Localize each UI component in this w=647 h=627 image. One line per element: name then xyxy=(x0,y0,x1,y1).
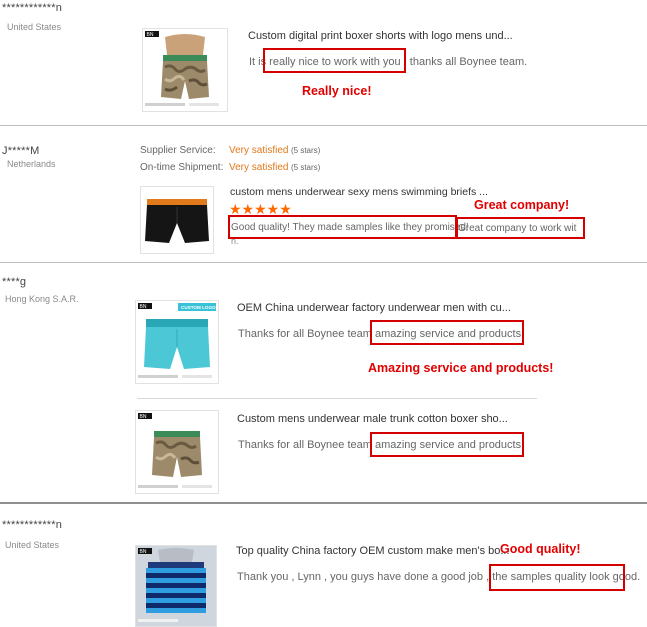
supplier-service-rating: Supplier Service: Very satisfied (5 star… xyxy=(140,145,340,159)
on-time-shipment-rating: On-time Shipment: Very satisfied (5 star… xyxy=(140,162,340,176)
product-thumbnail[interactable]: BN CUSTOM LOGO xyxy=(135,300,219,384)
highlight-box xyxy=(263,48,406,73)
rating-value: Very satisfied xyxy=(229,145,289,156)
brand-mark: BN xyxy=(140,549,147,555)
callout-label: Great company! xyxy=(474,198,570,212)
brand-mark: BN xyxy=(140,304,147,310)
highlight-box xyxy=(228,215,457,239)
rating-label: Supplier Service: xyxy=(140,145,216,156)
rating-stars-text: (5 stars) xyxy=(291,163,321,172)
review-text-prefix: Thanks for all Boynee team xyxy=(238,328,375,340)
review-separator xyxy=(0,502,647,504)
blue-trunk-image: BN CUSTOM LOGO xyxy=(136,301,218,383)
product-thumbnail[interactable]: BN xyxy=(135,410,219,494)
callout-label: Amazing service and products! xyxy=(368,361,554,375)
product-title[interactable]: custom mens underwear sexy mens swimming… xyxy=(230,186,488,198)
product-title[interactable]: Top quality China factory OEM custom mak… xyxy=(236,545,510,557)
boxer-camo-image: BN xyxy=(143,29,227,111)
rating-stars-text: (5 stars) xyxy=(291,146,321,155)
callout-label: Good quality! xyxy=(500,542,581,556)
highlight-box xyxy=(489,564,625,591)
highlight-box xyxy=(456,217,585,239)
buyer-name: ************n xyxy=(2,519,63,531)
review-text-prefix: Thanks for all Boynee team xyxy=(238,439,375,451)
boxer-camo-image: BN xyxy=(136,411,218,493)
product-title[interactable]: Custom mens underwear male trunk cotton … xyxy=(237,413,508,425)
item-divider xyxy=(137,398,537,399)
buyer-name: ************n xyxy=(2,2,63,14)
review-text-prefix: Thank you , Lynn , you guys have done a … xyxy=(237,571,511,583)
buyer-country: United States xyxy=(7,22,62,32)
buyer-name: J*****M xyxy=(2,145,40,157)
buyer-country: United States xyxy=(5,540,60,550)
review-separator xyxy=(0,125,647,126)
buyer-country: Netherlands xyxy=(7,159,56,169)
striped-trunk-image: BN xyxy=(136,546,216,626)
product-thumbnail[interactable]: BN xyxy=(135,545,217,627)
callout-label: Really nice! xyxy=(302,84,372,98)
review-text-suffix: thanks all Boynee team. xyxy=(406,56,528,68)
highlight-box xyxy=(370,320,524,345)
brand-mark: BN xyxy=(140,414,147,420)
product-title[interactable]: Custom digital print boxer shorts with l… xyxy=(248,30,513,42)
brand-mark: BN xyxy=(147,32,154,38)
rating-value: Very satisfied xyxy=(229,162,289,173)
product-thumbnail[interactable]: BN xyxy=(142,28,228,112)
rating-label: On-time Shipment: xyxy=(140,162,224,173)
product-title[interactable]: OEM China underwear factory underwear me… xyxy=(237,302,511,314)
buyer-name: ****g xyxy=(2,276,27,288)
product-thumbnail[interactable] xyxy=(140,186,214,254)
highlight-box xyxy=(370,432,524,457)
black-trunk-image xyxy=(141,187,213,253)
review-separator xyxy=(0,262,647,263)
buyer-country: Hong Kong S.A.R. xyxy=(5,294,79,304)
custom-logo-tag: CUSTOM LOGO xyxy=(181,305,216,310)
